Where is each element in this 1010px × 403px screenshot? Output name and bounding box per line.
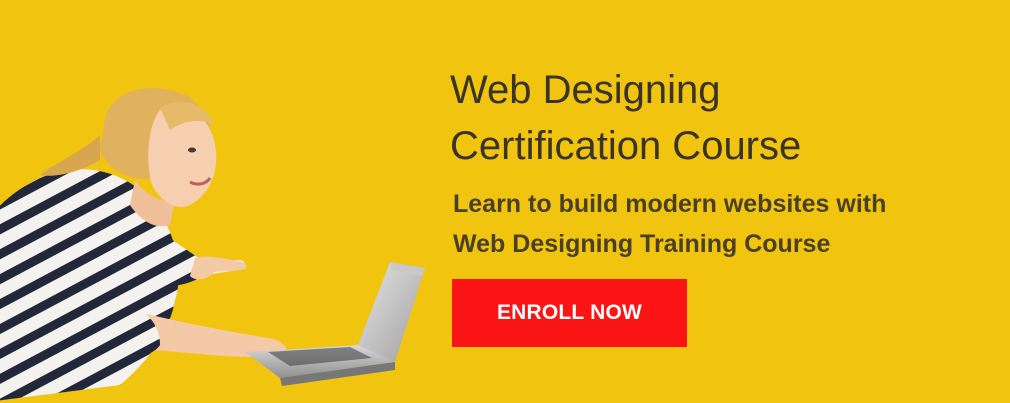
pointing-arm [110,210,246,287]
ponytail [40,135,100,176]
course-subtitle: Learn to build modern websites with Web … [453,184,990,264]
course-subtitle-line-1: Learn to build modern websites with [453,190,887,218]
course-subtitle-line-2: Web Designing Training Course [453,230,831,258]
laptop-lid [358,262,425,362]
course-title: Web Designing Certification Course [450,62,990,174]
banner-text: Web Designing Certification Course Learn… [450,62,990,264]
course-title-line-2: Certification Course [450,124,802,168]
course-title-line-1: Web Designing [450,68,721,112]
woman-with-laptop-illustration [0,88,425,401]
enroll-now-button[interactable]: ENROLL NOW [452,279,687,347]
eye [188,147,196,153]
promo-banner: Web Designing Certification Course Learn… [0,0,1010,403]
